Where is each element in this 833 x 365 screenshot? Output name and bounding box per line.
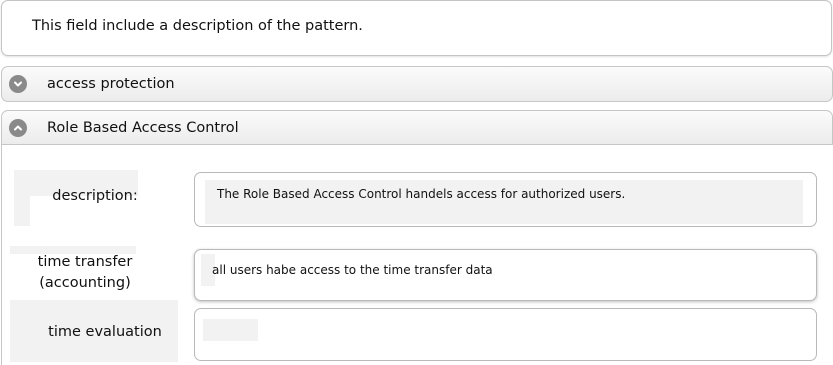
accordion-label-role-based-access-control: Role Based Access Control [47, 119, 239, 136]
accordion-header-access-protection[interactable]: access protection [1, 66, 833, 102]
time-transfer-value: all users habe access to the time transf… [212, 263, 493, 277]
chevron-up-icon [9, 118, 27, 137]
pattern-description-field[interactable]: This field include a description of the … [1, 0, 832, 56]
field-inner-shade [203, 319, 258, 341]
time-transfer-label: time transfer (accounting) [10, 252, 160, 294]
time-transfer-label-line2: (accounting) [39, 275, 131, 291]
pattern-description-text: This field include a description of the … [32, 18, 363, 34]
time-evaluation-label: time evaluation [48, 324, 162, 340]
accordion-header-role-based-access-control[interactable]: Role Based Access Control [1, 110, 833, 145]
accordion-label-access-protection: access protection [47, 76, 175, 92]
time-transfer-label-line1: time transfer [37, 254, 133, 270]
time-evaluation-field[interactable] [194, 308, 817, 361]
chevron-down-icon [9, 75, 27, 93]
description-field[interactable]: The Role Based Access Control handels ac… [194, 172, 817, 227]
description-value: The Role Based Access Control handels ac… [217, 187, 626, 201]
description-label: description: [52, 188, 138, 204]
time-transfer-field[interactable]: all users habe access to the time transf… [194, 249, 817, 301]
